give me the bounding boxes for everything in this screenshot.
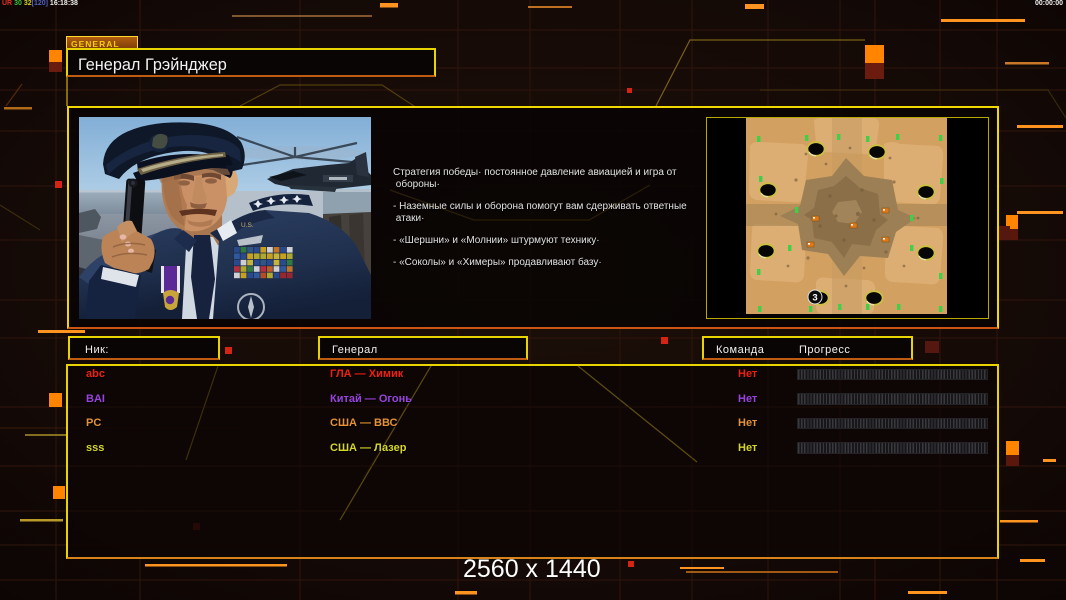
svg-text:U.S.: U.S. — [241, 222, 254, 229]
svg-text:3: 3 — [812, 293, 817, 304]
